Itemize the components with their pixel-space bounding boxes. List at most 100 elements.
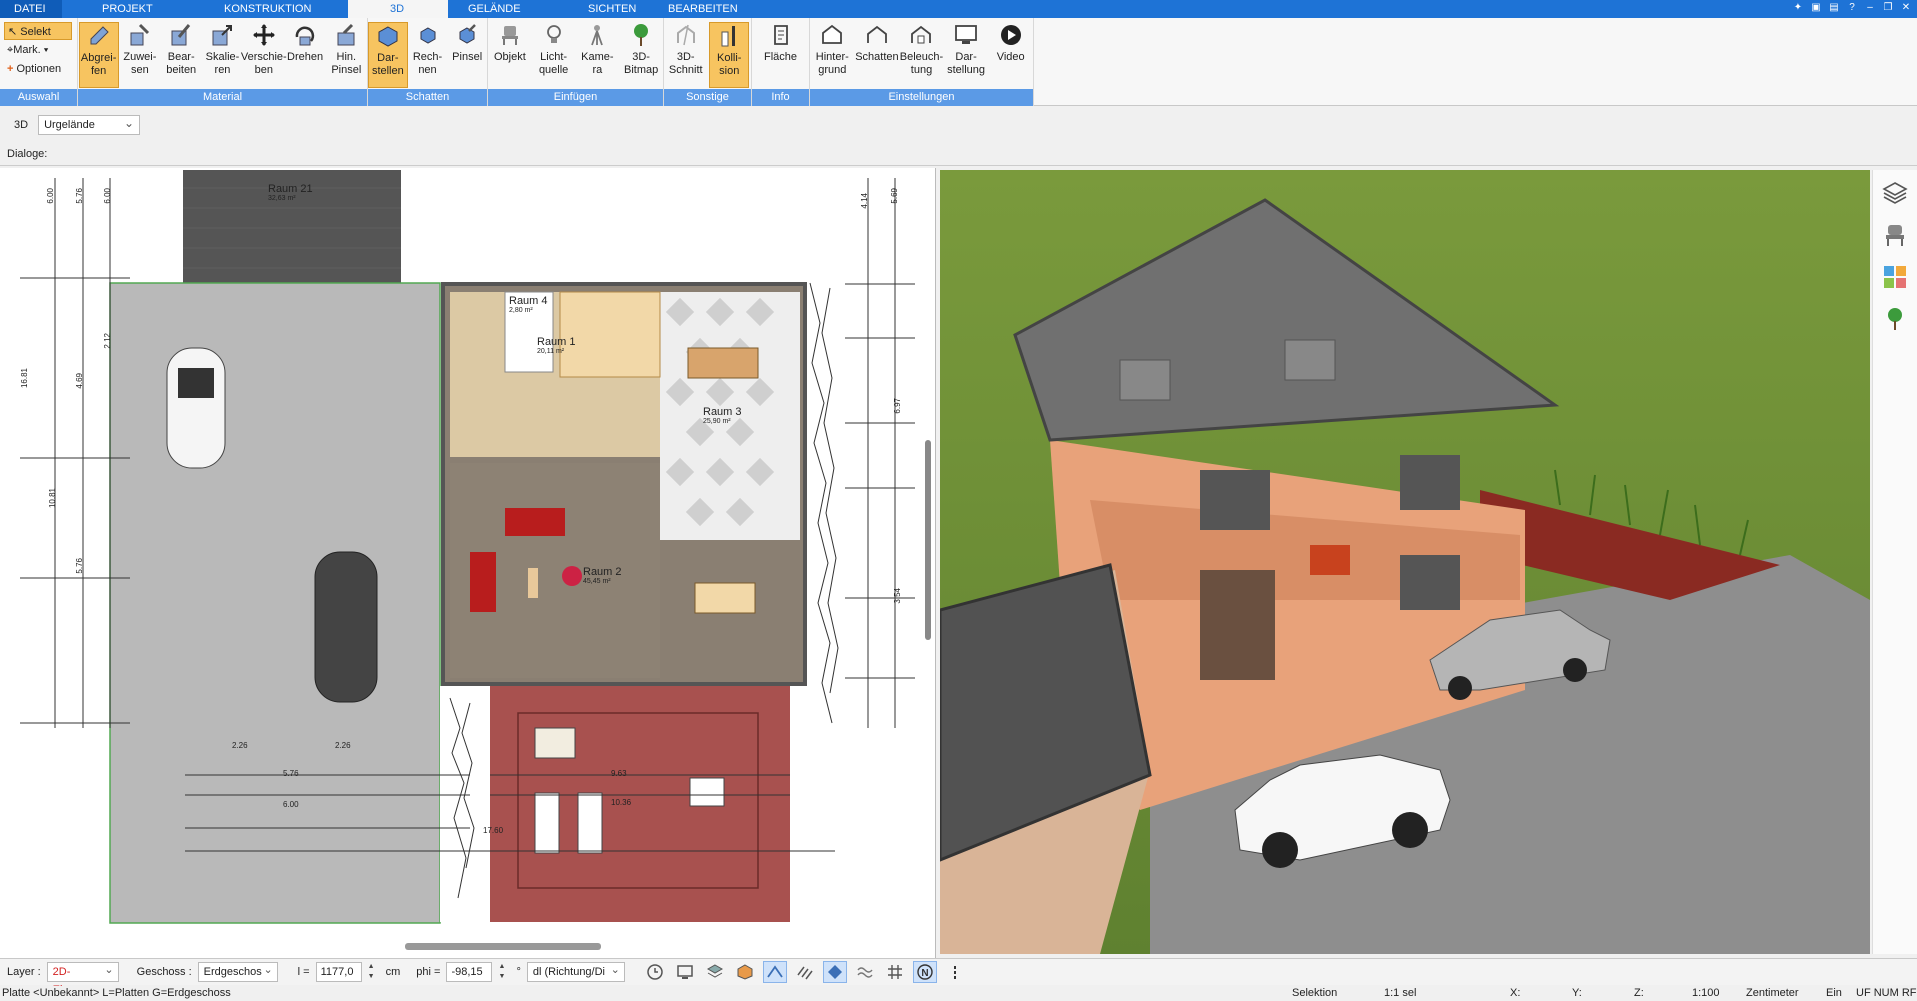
menu-tab-gelaende[interactable]: GELÄNDE: [448, 0, 560, 18]
scale-button[interactable]: Skalie- ren: [202, 22, 242, 88]
ribbon-group-info: Fläche Info: [752, 18, 810, 106]
area-icon: [768, 22, 794, 48]
phi-spinner[interactable]: ▲ ▼: [498, 962, 510, 982]
close-icon[interactable]: ✕: [1899, 1, 1913, 15]
3d-view[interactable]: [940, 170, 1870, 954]
menu-tab-sichten[interactable]: SICHTEN: [560, 0, 658, 18]
wave-icon[interactable]: [853, 961, 877, 983]
menu-tab-bearbeiten[interactable]: BEARBEITEN: [658, 0, 752, 18]
driveway[interactable]: [109, 282, 441, 924]
car-white-topdown: [166, 347, 226, 469]
snap-icon[interactable]: [762, 961, 787, 983]
group-label: Material: [78, 89, 367, 106]
3d-scene[interactable]: [940, 170, 1870, 954]
north-icon[interactable]: N: [912, 961, 937, 983]
mark-button[interactable]: ⌖Mark. ▾: [4, 41, 72, 59]
screen-icon[interactable]: [673, 961, 697, 983]
shadow-show-button[interactable]: Dar- stellen: [368, 22, 408, 88]
dim-bottom-4: 6.00: [283, 800, 299, 809]
section-button[interactable]: 3D- Schnitt: [666, 22, 706, 88]
tree-button[interactable]: 3D- Bitmap: [621, 22, 661, 88]
edit-button[interactable]: Bear- beiten: [161, 22, 201, 88]
3d-window-2: [1400, 455, 1460, 510]
grid-icon[interactable]: [883, 961, 907, 983]
minimize-icon[interactable]: –: [1863, 1, 1877, 15]
floor-plan-view[interactable]: Raum 21 32,63 m² Raum 4 2,80 m² Raum 1 20,1…: [0, 168, 936, 958]
plan-horizontal-scrollbar[interactable]: [405, 943, 601, 950]
shadow-calc-icon: [415, 22, 441, 48]
menu-tab-projekt[interactable]: PROJEKT: [62, 0, 188, 18]
bg-brush-button[interactable]: Hin. Pinsel: [326, 22, 366, 88]
monitor-button[interactable]: Dar- stellung: [946, 22, 986, 88]
layers-icon[interactable]: [1880, 178, 1910, 208]
rotate-button[interactable]: Drehen: [285, 22, 325, 88]
layers-tool-icon[interactable]: [703, 961, 727, 983]
lighting-button[interactable]: Beleuch- tung: [900, 22, 943, 88]
phi-input[interactable]: -98,15: [446, 962, 493, 982]
print-icon[interactable]: ▤: [1827, 1, 1841, 15]
chair-button[interactable]: Objekt: [490, 22, 530, 88]
side-toolbar: [1872, 170, 1917, 954]
more-icon[interactable]: [943, 961, 967, 983]
length-input[interactable]: 1177,0: [315, 962, 362, 982]
menu-tab-datei[interactable]: DATEI: [0, 0, 62, 18]
button-label: 3D- Schnitt: [668, 51, 703, 76]
plant-icon[interactable]: [1880, 304, 1910, 334]
lightbulb-button[interactable]: Licht- quelle: [534, 22, 574, 88]
tools-icon[interactable]: ✦: [1791, 1, 1805, 15]
eyedropper-button[interactable]: Abgrei- fen: [78, 22, 119, 88]
view-select[interactable]: Urgelände: [38, 114, 141, 135]
monitor-icon: [953, 22, 979, 48]
length-spinner[interactable]: ▲ ▼: [368, 962, 380, 982]
assign-button[interactable]: Zuwei- sen: [120, 22, 160, 88]
ribbon-group-einfügen: Objekt Licht- quelle Kame- ra 3D- Bitmap Ein…: [488, 18, 664, 106]
help-icon[interactable]: ?: [1845, 1, 1859, 15]
selekt-button[interactable]: ↖ Selekt: [4, 22, 72, 40]
dim-left-8: 5.76: [75, 558, 84, 574]
plane-icon[interactable]: [822, 961, 847, 983]
lighting-icon: [908, 22, 934, 48]
menu-bar: DATEI PROJEKT KONSTRUKTION 3D GELÄNDE SI…: [0, 0, 1917, 18]
menu-tab-3d[interactable]: 3D: [348, 0, 448, 18]
room-label-1: Raum 1 20,11 m²: [537, 336, 576, 355]
restore-icon[interactable]: ❐: [1881, 1, 1895, 15]
area-button[interactable]: Fläche: [761, 22, 801, 88]
shadow-calc-button[interactable]: Rech- nen: [408, 22, 448, 88]
split-handle[interactable]: [925, 440, 931, 640]
house-shadow-button[interactable]: Schatten: [855, 22, 899, 88]
camera-button[interactable]: Kame- ra: [577, 22, 617, 88]
floor-plan-canvas[interactable]: [0, 168, 936, 958]
clock-icon[interactable]: [643, 961, 667, 983]
ribbon-group-einstellungen: Hinter- grund Schatten Beleuch- tung Dar- s…: [810, 18, 1034, 106]
dim-right-4: 3.54: [893, 588, 902, 604]
optionen-button[interactable]: + Optionen: [4, 60, 72, 78]
brush-button[interactable]: Pinsel: [447, 22, 487, 88]
staircase: [559, 291, 661, 378]
room-label-3: Raum 3 25,90 m²: [703, 406, 742, 425]
geschoss-select[interactable]: Erdgeschos: [197, 961, 278, 982]
group-label: Sonstige: [664, 89, 751, 106]
sunbed-2: [577, 792, 603, 854]
menu-tab-konstruktion[interactable]: KONSTRUKTION: [188, 0, 348, 18]
dl-select[interactable]: dl (Richtung/Di: [526, 961, 625, 982]
dim-left-1: 6.00: [46, 188, 55, 204]
input-status-bar: Layer : 2D-Elemen Geschoss : Erdgeschos …: [0, 958, 1917, 996]
collision-button[interactable]: Kolli- sion: [709, 22, 750, 88]
background-button[interactable]: Hinter- grund: [812, 22, 852, 88]
play-button[interactable]: Video: [991, 22, 1031, 88]
dining-table: [687, 347, 759, 379]
hatch-icon[interactable]: [793, 961, 817, 983]
cube-icon[interactable]: [733, 961, 757, 983]
materials-icon[interactable]: [1880, 262, 1910, 292]
button-label: Skalie- ren: [205, 51, 240, 76]
move-button[interactable]: Verschie- ben: [241, 22, 287, 88]
layer-select[interactable]: 2D-Elemen: [46, 961, 119, 996]
button-label: Fläche: [763, 51, 798, 63]
save-icon[interactable]: ▣: [1809, 1, 1823, 15]
button-label: Drehen: [287, 51, 324, 63]
button-label: Dar- stellung: [947, 51, 986, 76]
chair-icon[interactable]: [1880, 220, 1910, 250]
button-label: Video: [996, 51, 1025, 63]
room-label-21: Raum 21 32,63 m²: [268, 183, 313, 202]
group-label: Info: [752, 89, 809, 106]
